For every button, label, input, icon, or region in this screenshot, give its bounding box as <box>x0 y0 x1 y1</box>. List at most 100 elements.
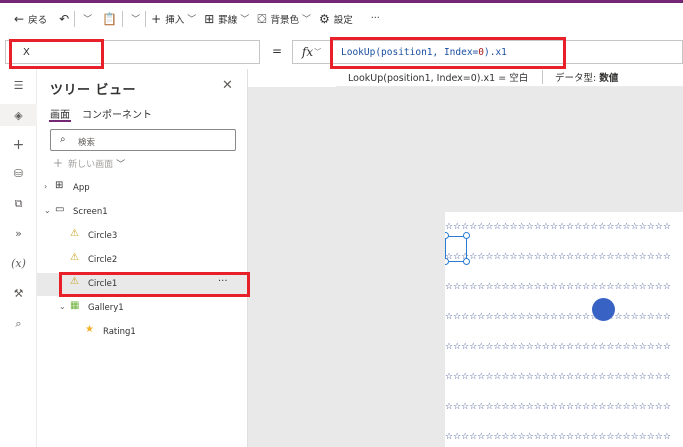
rating-row[interactable]: ☆☆☆☆☆☆☆☆☆☆☆☆☆☆☆☆☆☆☆☆☆☆☆☆☆☆☆☆ <box>445 401 683 413</box>
gallery-icon: ▦ <box>70 300 80 311</box>
fill-button[interactable]: ⛋ 背景色 ﹀ <box>257 9 311 29</box>
variables-icon[interactable]: (x) <box>0 257 37 270</box>
clipboard-icon: 📋 <box>102 11 118 26</box>
more-commands-button[interactable]: ··· <box>367 9 380 29</box>
screen-icon: ▭ <box>55 204 65 215</box>
rating-row[interactable]: ☆☆☆☆☆☆☆☆☆☆☆☆☆☆☆☆☆☆☆☆☆☆☆☆☆☆☆☆ <box>445 311 683 323</box>
gear-icon: ⚙ <box>318 11 330 26</box>
search-icon: ⌕ <box>60 134 66 145</box>
tree-node-screen1[interactable]: ⌄ ▭ Screen1 <box>37 201 248 224</box>
fx-icon: fx <box>301 45 314 59</box>
rating-row[interactable]: ☆☆☆☆☆☆☆☆☆☆☆☆☆☆☆☆☆☆☆☆☆☆☆☆☆☆☆☆ <box>445 251 683 263</box>
chevron-down-icon: ﹀ <box>83 15 93 25</box>
formula-text: LookUp(position1, Index=0).x1 <box>341 47 507 58</box>
screen1-preview[interactable]: ☆☆☆☆☆☆☆☆☆☆☆☆☆☆☆☆☆☆☆☆☆☆☆☆☆☆☆☆ ☆☆☆☆☆☆☆☆☆☆☆… <box>445 212 683 447</box>
undo-button[interactable]: ↶ <box>59 9 69 29</box>
rating-row[interactable]: ☆☆☆☆☆☆☆☆☆☆☆☆☆☆☆☆☆☆☆☆☆☆☆☆☆☆☆☆ <box>445 341 683 353</box>
new-screen-button[interactable]: + 新しい画面 ﹀ <box>53 156 125 170</box>
formula-suffix: ).x1 <box>484 47 507 58</box>
settings-button[interactable]: ⚙ 設定 <box>319 9 353 29</box>
new-screen-label: 新しい画面 <box>68 159 114 170</box>
plus-icon: + <box>151 11 162 26</box>
arrow-left-icon: ← <box>14 11 25 26</box>
more-options-icon[interactable]: ··· <box>218 276 228 287</box>
undo-icon: ↶ <box>59 11 70 26</box>
border-icon: ⊞ <box>204 11 215 26</box>
more-label: ··· <box>370 13 380 24</box>
tree-node-label: Circle1 <box>88 279 118 289</box>
back-label: 戻る <box>28 14 48 26</box>
design-canvas[interactable]: ☆☆☆☆☆☆☆☆☆☆☆☆☆☆☆☆☆☆☆☆☆☆☆☆☆☆☆☆ ☆☆☆☆☆☆☆☆☆☆☆… <box>248 87 683 447</box>
chevron-down-icon: ﹀ <box>301 15 311 25</box>
type-value: 数値 <box>599 72 619 84</box>
search-placeholder: 検索 <box>78 138 96 148</box>
undo-dropdown[interactable]: ﹀ <box>80 9 92 29</box>
paste-dropdown[interactable]: ﹀ <box>128 9 140 29</box>
divider <box>74 10 76 27</box>
power-automate-icon[interactable]: » <box>0 227 37 240</box>
property-value: X <box>23 47 30 58</box>
chevron-down-icon: ⌄ <box>59 302 66 311</box>
insert-label: 挿入 <box>165 14 185 26</box>
divider <box>145 10 147 27</box>
tree-node-circle1[interactable]: ⚠ Circle1 ··· <box>37 273 248 296</box>
divider <box>122 10 124 27</box>
search-icon[interactable]: ⌕ <box>0 317 37 331</box>
resize-handle[interactable] <box>463 232 470 239</box>
shape-icon: ⚠ <box>70 276 79 287</box>
rating-row[interactable]: ☆☆☆☆☆☆☆☆☆☆☆☆☆☆☆☆☆☆☆☆☆☆☆☆☆☆☆☆ <box>445 371 683 383</box>
chevron-down-icon: ﹀ <box>131 15 141 25</box>
fill-label: 背景色 <box>270 14 299 26</box>
formula-bar: X = fx ﹀ LookUp(position1, Index=0).x1 <box>0 37 683 67</box>
star-icon: ★ <box>85 324 94 335</box>
resize-handle[interactable] <box>463 258 470 265</box>
chevron-right-icon: › <box>44 182 48 191</box>
tools-icon[interactable]: ⚒ <box>0 287 37 300</box>
tree-node-label: Circle2 <box>88 255 118 265</box>
formula-input[interactable]: LookUp(position1, Index=0).x1 <box>330 40 683 64</box>
tree-node-label: Screen1 <box>73 207 108 217</box>
back-button[interactable]: ← 戻る <box>14 9 47 29</box>
rating-row[interactable]: ☆☆☆☆☆☆☆☆☆☆☆☆☆☆☆☆☆☆☆☆☆☆☆☆☆☆☆☆ <box>445 431 683 443</box>
close-icon[interactable]: ✕ <box>222 78 233 93</box>
chevron-down-icon: ⌄ <box>44 206 51 215</box>
tab-components[interactable]: コンポーネント <box>82 106 152 121</box>
tree-node-label: Rating1 <box>103 327 136 337</box>
hint-expression: LookUp(position1, Index=0).x1 = 空白 <box>348 72 529 84</box>
chevron-down-icon: ﹀ <box>314 48 322 56</box>
formula-result-hint: LookUp(position1, Index=0).x1 = 空白 データ型:… <box>336 67 683 87</box>
tree-search-input[interactable]: ⌕ 検索 <box>50 129 236 151</box>
chevron-down-icon: ﹀ <box>116 159 126 170</box>
shape-icon: ⚠ <box>70 252 79 263</box>
tree-node-label: App <box>73 183 90 193</box>
rating-row[interactable]: ☆☆☆☆☆☆☆☆☆☆☆☆☆☆☆☆☆☆☆☆☆☆☆☆☆☆☆☆ <box>445 281 683 293</box>
paste-button[interactable]: 📋 <box>102 9 117 29</box>
command-toolbar: ← 戻る ↶ ﹀ 📋 ﹀ + 挿入 ﹀ ⊞ 罫線 ﹀ ⛋ 背景色 ﹀ ⚙ 設定 … <box>0 3 683 34</box>
app-icon: ⊞ <box>55 180 64 191</box>
tree-node-app[interactable]: › ⊞ App <box>37 177 248 200</box>
rating-row[interactable]: ☆☆☆☆☆☆☆☆☆☆☆☆☆☆☆☆☆☆☆☆☆☆☆☆☆☆☆☆ <box>445 221 683 233</box>
property-dropdown[interactable]: X <box>5 40 260 64</box>
tree-node-gallery1[interactable]: ⌄ ▦ Gallery1 <box>37 297 248 320</box>
tree-view-panel: ツリー ビュー ✕ 画面 コンポーネント ⌕ 検索 + 新しい画面 ﹀ › ⊞ … <box>37 69 248 447</box>
tree-node-rating1[interactable]: ★ Rating1 <box>37 321 248 344</box>
plus-icon[interactable]: + <box>0 137 37 153</box>
equals-sign: = <box>272 44 283 58</box>
circle-shape[interactable] <box>592 298 615 321</box>
paint-bucket-icon: ⛋ <box>257 11 267 26</box>
fx-button[interactable]: fx ﹀ <box>292 40 330 64</box>
media-icon[interactable]: ⧉ <box>0 197 37 211</box>
border-label: 罫線 <box>218 14 238 26</box>
formula-prefix: LookUp(position1, Index= <box>341 47 479 58</box>
plus-icon: + <box>53 156 64 170</box>
tab-screens[interactable]: 画面 <box>50 106 70 121</box>
layers-icon[interactable]: ◈ <box>0 109 37 122</box>
tree-node-circle2[interactable]: ⚠ Circle2 <box>37 249 248 272</box>
tree-node-label: Gallery1 <box>88 303 124 313</box>
border-button[interactable]: ⊞ 罫線 ﹀ <box>204 9 249 29</box>
database-icon[interactable]: ⛁ <box>0 167 37 180</box>
resize-handle[interactable] <box>445 258 449 265</box>
insert-button[interactable]: + 挿入 ﹀ <box>151 9 196 29</box>
tree-node-circle3[interactable]: ⚠ Circle3 <box>37 225 248 248</box>
hamburger-icon[interactable]: ☰ <box>0 79 37 92</box>
